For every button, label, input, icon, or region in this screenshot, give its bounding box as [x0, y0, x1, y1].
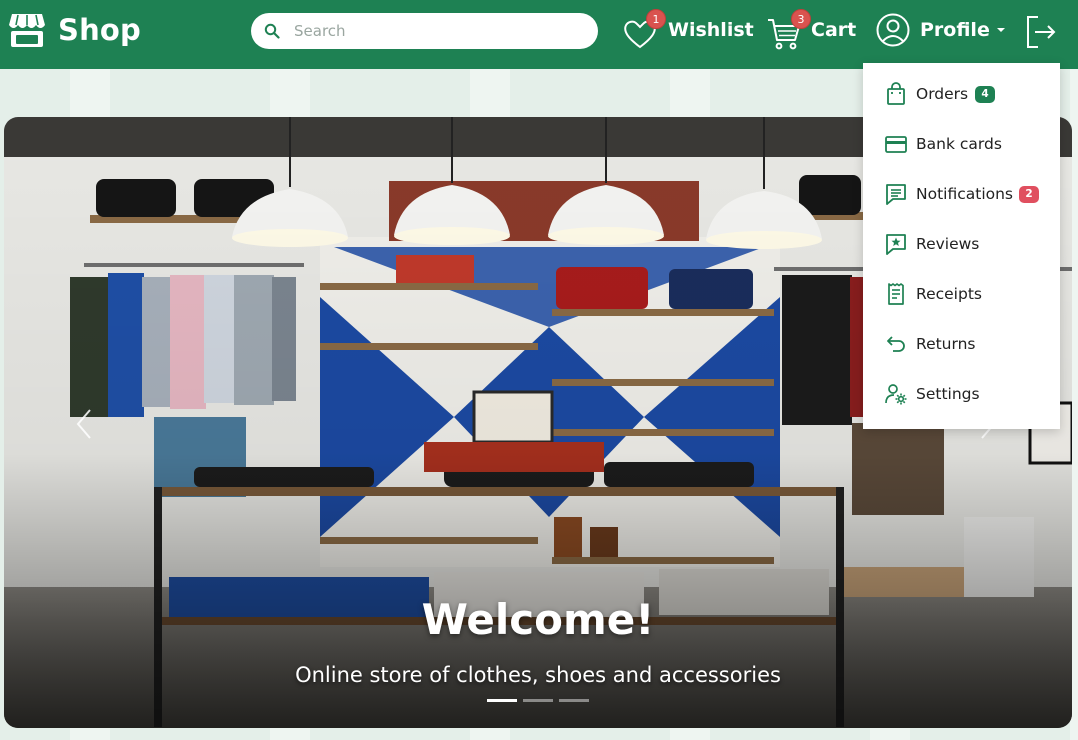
- menu-item-orders[interactable]: Orders 4: [863, 72, 1060, 116]
- profile-dropdown-menu: Orders 4 Bank cards Notifications 2 Revi…: [863, 63, 1060, 429]
- cart-link[interactable]: 3 Cart: [766, 9, 857, 50]
- menu-label-reviews: Reviews: [916, 235, 980, 253]
- caret-down-icon: [996, 28, 1005, 32]
- wishlist-label: Wishlist: [668, 19, 754, 41]
- menu-label-orders: Orders: [916, 85, 969, 103]
- profile-menu-toggle[interactable]: Profile: [876, 10, 1006, 50]
- shopping-bag-icon: [887, 82, 905, 105]
- profile-label: Profile: [920, 19, 990, 41]
- logout-icon[interactable]: [1024, 14, 1058, 50]
- message-icon: [886, 184, 906, 205]
- top-navbar: Shop 1 Wishlist 3 Cart: [0, 0, 1078, 69]
- brand-name: Shop: [58, 13, 142, 47]
- menu-label-notifications: Notifications: [916, 185, 1014, 203]
- hero-subtitle: Online store of clothes, shoes and acces…: [295, 663, 781, 687]
- chevron-left-icon[interactable]: [74, 407, 94, 441]
- receipt-icon: [888, 283, 904, 305]
- carousel-indicator-1[interactable]: [487, 699, 517, 702]
- hero-title: Welcome!: [421, 595, 655, 644]
- search-icon: [264, 23, 280, 39]
- return-arrow-icon: [887, 336, 905, 352]
- carousel-indicator-3[interactable]: [559, 699, 589, 702]
- user-circle-icon: [876, 13, 910, 47]
- menu-item-notifications[interactable]: Notifications 2: [863, 172, 1060, 216]
- wishlist-link[interactable]: 1 Wishlist: [622, 9, 754, 50]
- search-bar[interactable]: [251, 13, 598, 49]
- wishlist-count-badge: 1: [646, 9, 666, 29]
- notifications-count-badge: 2: [1019, 185, 1039, 203]
- user-settings-icon: [885, 384, 907, 405]
- menu-label-receipts: Receipts: [916, 285, 982, 303]
- storefront-icon: [9, 14, 45, 47]
- menu-label-returns: Returns: [916, 335, 976, 353]
- search-input[interactable]: [294, 22, 574, 40]
- menu-item-bank-cards[interactable]: Bank cards: [863, 122, 1060, 166]
- menu-item-receipts[interactable]: Receipts: [863, 272, 1060, 316]
- menu-item-reviews[interactable]: Reviews: [863, 222, 1060, 266]
- cart-label: Cart: [811, 19, 857, 41]
- credit-card-icon: [885, 136, 907, 153]
- menu-item-returns[interactable]: Returns: [863, 322, 1060, 366]
- brand-link[interactable]: Shop: [8, 12, 141, 48]
- menu-label-settings: Settings: [916, 385, 980, 403]
- menu-label-bank-cards: Bank cards: [916, 135, 1002, 153]
- cart-count-badge: 3: [791, 9, 811, 29]
- carousel-indicator-2[interactable]: [523, 699, 553, 702]
- carousel-indicators: [487, 699, 589, 702]
- review-star-icon: [886, 234, 906, 255]
- orders-count-badge: 4: [975, 85, 995, 103]
- menu-item-settings[interactable]: Settings: [863, 372, 1060, 416]
